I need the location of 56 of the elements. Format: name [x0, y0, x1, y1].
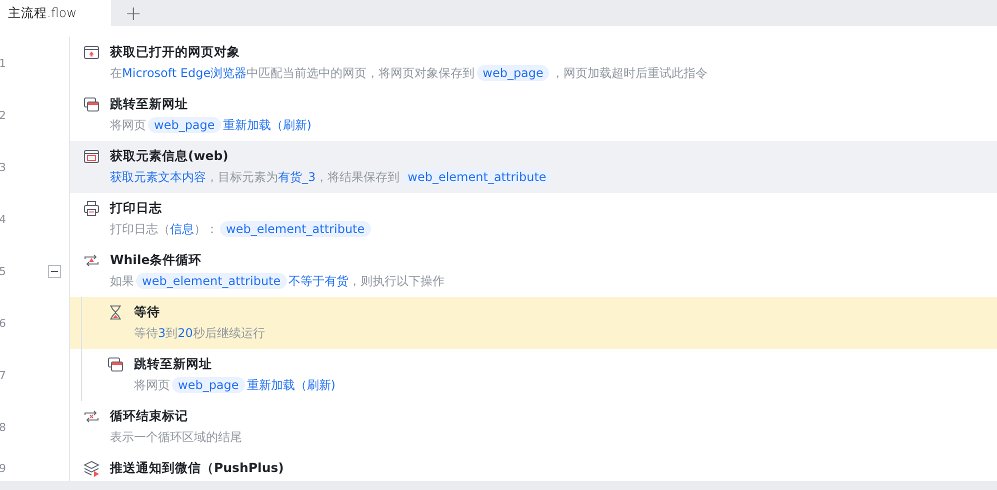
line-number: 7 [0, 368, 6, 382]
variable-tag: web_page [476, 65, 550, 81]
step-row[interactable]: 等待 等待3到20秒后继续运行 [70, 297, 997, 349]
printer-icon [83, 200, 100, 217]
file-tab[interactable]: 主流程.flow [0, 0, 111, 26]
line-number: 3 [0, 160, 6, 174]
browser-window-icon [83, 44, 100, 61]
loop-icon [83, 252, 100, 269]
step-title: 循环结束标记 [110, 407, 189, 425]
step-description: 打印日志（信息）： web_element_attribute [110, 220, 373, 239]
step-title: 获取元素信息(web) [110, 147, 230, 165]
step-description: 如果 web_element_attribute 不等于有货，则执行以下操作 [110, 272, 445, 291]
step-title: While条件循环 [110, 251, 203, 269]
minus-icon [51, 268, 58, 275]
line-number: 8 [0, 420, 6, 434]
variable-tag: web_page [172, 377, 245, 393]
step-description: 获取元素文本内容，目标元素为有货_3，将结果保存到 web_element_attribute [110, 168, 554, 187]
line-number: 6 [0, 316, 6, 330]
step-description: 等待3到20秒后继续运行 [134, 325, 265, 342]
stacked-windows-icon [107, 356, 124, 373]
parameter-link[interactable]: 3 [158, 326, 166, 340]
line-number: 9 [0, 462, 6, 475]
step-description: 将网页 web_page 重新加载（刷新) [110, 116, 312, 135]
step-title: 推送通知到微信（PushPlus) [110, 459, 284, 477]
line-number: 1 [0, 56, 6, 70]
step-description: 表示一个循环区域的结尾 [110, 429, 242, 446]
hourglass-icon [107, 304, 124, 321]
parameter-link[interactable]: 有货_3 [278, 170, 316, 184]
parameter-link[interactable]: 信息 [170, 222, 194, 236]
loop-end-icon [83, 408, 100, 425]
variable-tag: web_page [148, 117, 221, 133]
step-description: 将网页 web_page 重新加载（刷新) [134, 376, 336, 395]
collapse-toggle[interactable] [48, 265, 61, 278]
step-title: 打印日志 [110, 199, 163, 217]
variable-tag: web_element_attribute [402, 169, 552, 185]
step-description: 在Microsoft Edge浏览器中匹配当前选中的网页，将网页对象保存到 web_page ，网页加载超时后重试此指令 [110, 64, 708, 83]
parameter-link[interactable]: 不等于有货 [288, 274, 349, 288]
line-number: 5 [0, 264, 6, 278]
parameter-link[interactable]: 获取元素文本内容 [110, 170, 206, 184]
variable-tag: web_element_attribute [136, 273, 287, 289]
parameter-link[interactable]: Microsoft Edge浏览器 [122, 66, 247, 80]
step-row[interactable]: 获取元素信息(web) 获取元素文本内容，目标元素为有货_3，将结果保存到 web_element_attribute [70, 141, 997, 193]
layers-icon [83, 460, 100, 477]
add-tab-button[interactable]: + [111, 0, 156, 26]
parameter-link[interactable]: 重新加载（刷新) [222, 118, 312, 132]
parameter-link[interactable]: 20 [178, 326, 193, 340]
parameter-link[interactable]: 重新加载（刷新) [246, 378, 336, 392]
step-title: 跳转至新网址 [110, 95, 189, 113]
browser-element-icon [83, 148, 100, 165]
stacked-windows-icon [83, 96, 100, 113]
horizontal-scrollbar[interactable] [0, 481, 997, 490]
step-title: 跳转至新网址 [134, 355, 213, 373]
variable-tag: web_element_attribute [220, 221, 371, 237]
step-title: 获取已打开的网页对象 [110, 43, 241, 61]
step-title: 等待 [134, 303, 161, 321]
line-number: 2 [0, 108, 6, 122]
